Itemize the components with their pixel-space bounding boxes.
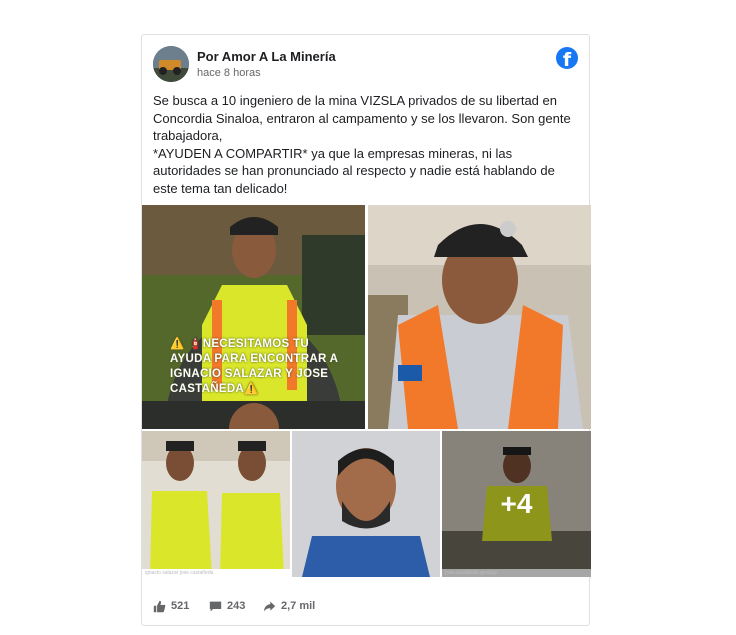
photo-caption: ignacio salazar jose castañeda: [145, 570, 214, 576]
post-photo-5[interactable]: +4 jose castañeda geologo: [442, 431, 591, 577]
post-photo-2[interactable]: [368, 205, 591, 429]
thumbs-up-icon: [153, 600, 166, 612]
photo-caption-2: jose castañeda geologo: [445, 570, 498, 576]
comments-count-button[interactable]: 243: [209, 595, 245, 617]
post-timestamp[interactable]: hace 8 horas: [197, 67, 261, 79]
facebook-logo-icon[interactable]: f: [556, 47, 578, 69]
comments-count: 243: [227, 600, 246, 612]
shares-count: 2,7 mil: [281, 600, 316, 612]
post-text: Se busca a 10 ingeniero de la mina VIZSL…: [153, 93, 571, 196]
likes-count: 521: [171, 600, 190, 612]
comment-icon: [209, 601, 222, 611]
post-photo-1[interactable]: ⚠️ 🧯NECESITAMOS TU AYUDA PARA ENCONTRAR …: [142, 205, 365, 429]
page-avatar[interactable]: [153, 46, 189, 82]
post-photo-3[interactable]: ignacio salazar jose castañeda: [142, 431, 290, 577]
shares-count-button[interactable]: 2,7 mil: [263, 595, 315, 617]
more-photos-count[interactable]: +4: [442, 431, 591, 577]
likes-count-button[interactable]: 521: [153, 595, 189, 617]
post-header: Por Amor A La Minería hace 8 horas f: [153, 46, 578, 86]
post-photo-4[interactable]: [292, 431, 440, 577]
author-name[interactable]: Por Amor A La Minería: [197, 49, 336, 64]
post-footer: 521 243 2,7 mil: [153, 595, 578, 617]
post-card: Por Amor A La Minería hace 8 horas f Se …: [141, 34, 591, 626]
photo-overlay-text: ⚠️ 🧯NECESITAMOS TU AYUDA PARA ENCONTRAR …: [170, 338, 338, 395]
share-arrow-icon: [263, 601, 276, 611]
